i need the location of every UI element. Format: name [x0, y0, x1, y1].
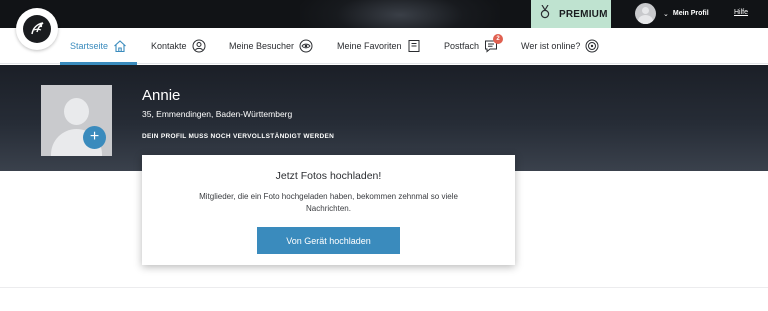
person-icon — [192, 39, 206, 53]
home-icon — [113, 39, 127, 53]
nav-item-favoriten[interactable]: Meine Favoriten — [337, 28, 421, 64]
premium-button[interactable]: PREMIUM — [531, 0, 611, 28]
online-icon — [585, 39, 599, 53]
bookmark-icon — [407, 39, 421, 53]
nav-label: Postfach — [444, 41, 480, 51]
nav-item-postfach[interactable]: Postfach 2 — [444, 28, 504, 64]
profile-menu[interactable]: ⌄ Mein Profil — [635, 3, 709, 24]
profile-location: 35, Emmendingen, Baden-Württemberg — [142, 109, 293, 119]
nav-item-startseite[interactable]: Startseite — [59, 28, 138, 65]
main-navigation: Startseite Kontakte Meine Besucher Meine… — [0, 28, 768, 65]
nav-item-online[interactable]: Wer ist online? — [521, 28, 599, 64]
medal-icon — [540, 4, 550, 24]
message-icon: 2 — [484, 34, 504, 53]
divider — [0, 287, 768, 288]
top-bar: PREMIUM ⌄ Mein Profil Hilfe — [0, 0, 768, 28]
card-title: Jetzt Fotos hochladen! — [275, 170, 382, 182]
upload-photo-card: Jetzt Fotos hochladen! Mitglieder, die e… — [142, 155, 515, 265]
nav-label: Meine Besucher — [229, 41, 295, 51]
profile-menu-label: Mein Profil — [672, 10, 709, 17]
logo-icon — [23, 15, 51, 43]
profile-incomplete-notice: DEIN PROFIL MUSS NOCH VERVOLLSTÄNDIGT WE… — [142, 133, 335, 140]
site-logo[interactable] — [16, 8, 58, 50]
nav-label: Meine Favoriten — [337, 41, 402, 51]
unread-badge: 2 — [493, 34, 504, 44]
profile-name: Annie — [142, 87, 181, 104]
card-text: Mitglieder, die ein Foto hochgeladen hab… — [199, 192, 458, 213]
plus-icon: + — [89, 128, 100, 145]
add-photo-button[interactable]: + — [83, 126, 106, 149]
help-link[interactable]: Hilfe — [734, 9, 748, 16]
nav-label: Kontakte — [151, 41, 187, 51]
nav-item-besucher[interactable]: Meine Besucher — [229, 28, 313, 64]
avatar — [635, 3, 656, 24]
nav-label: Wer ist online? — [521, 41, 581, 51]
nav-item-kontakte[interactable]: Kontakte — [151, 28, 206, 64]
eye-icon — [299, 39, 313, 53]
upload-from-device-button[interactable]: Von Gerät hochladen — [257, 227, 400, 254]
chevron-down-icon: ⌄ — [663, 10, 669, 18]
nav-label: Startseite — [70, 41, 109, 51]
premium-label: PREMIUM — [559, 8, 608, 20]
